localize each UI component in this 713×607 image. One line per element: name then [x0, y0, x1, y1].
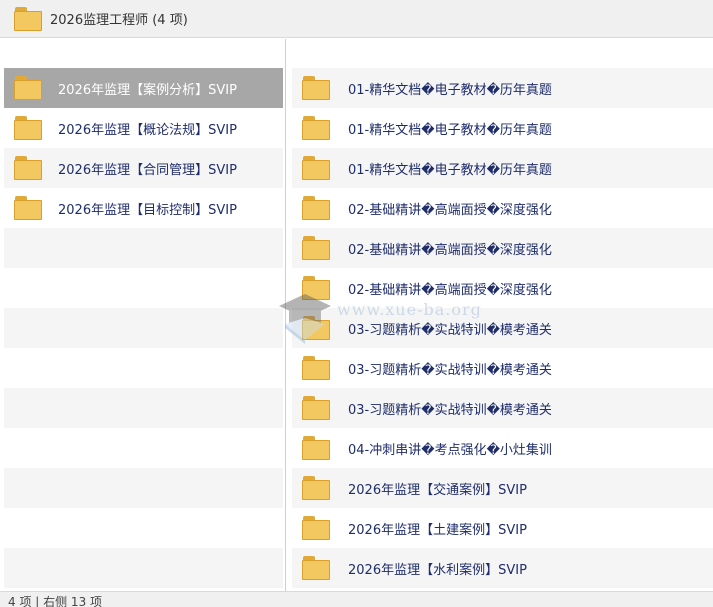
folder-icon [302, 316, 330, 340]
folder-icon [14, 116, 42, 140]
folder-label: 2026年监理【水利案例】SVIP [348, 562, 527, 578]
status-text: 4 项 | 右侧 13 项 [8, 595, 103, 607]
folder-icon [302, 516, 330, 540]
folder-label: 04-冲刺串讲�考点强化�小灶集训 [348, 442, 552, 458]
folder-icon [302, 556, 330, 580]
folder-item-regulations[interactable]: 2026年监理【概论法规】SVIP [4, 108, 283, 148]
folder-item[interactable]: 01-精华文档�电子教材�历年真题 [292, 148, 713, 188]
folder-item-case-analysis[interactable]: 2026年监理【案例分析】SVIP [4, 68, 283, 108]
folder-label: 03-习题精析�实战特训�模考通关 [348, 362, 552, 378]
folder-label: 01-精华文档�电子教材�历年真题 [348, 82, 552, 98]
folder-item[interactable]: 03-习题精析�实战特训�模考通关 [292, 388, 713, 428]
title-bar: 2026监理工程师 (4 项) [0, 0, 713, 38]
folder-item[interactable]: 04-冲刺串讲�考点强化�小灶集训 [292, 428, 713, 468]
folder-label: 03-习题精析�实战特训�模考通关 [348, 322, 552, 338]
folder-icon [302, 356, 330, 380]
window-title: 2026监理工程师 (4 项) [50, 13, 188, 28]
folder-item-target-control[interactable]: 2026年监理【目标控制】SVIP [4, 188, 283, 228]
empty-row [4, 468, 283, 508]
folder-icon [302, 476, 330, 500]
folder-icon [14, 76, 42, 100]
folder-icon [302, 436, 330, 460]
folder-label: 01-精华文档�电子教材�历年真题 [348, 162, 552, 178]
folder-icon [14, 156, 42, 180]
folder-label: 2026年监理【目标控制】SVIP [58, 202, 237, 218]
empty-row [4, 228, 283, 268]
folder-label: 2026年监理【案例分析】SVIP [58, 82, 237, 98]
folder-label: 02-基础精讲�高端面授�深度强化 [348, 282, 552, 298]
folder-item[interactable]: 2026年监理【交通案例】SVIP [292, 468, 713, 508]
folder-label: 2026年监理【合同管理】SVIP [58, 162, 237, 178]
folder-icon [302, 116, 330, 140]
folder-item-contract[interactable]: 2026年监理【合同管理】SVIP [4, 148, 283, 188]
folder-label: 02-基础精讲�高端面授�深度强化 [348, 242, 552, 258]
folder-item[interactable]: 02-基础精讲�高端面授�深度强化 [292, 228, 713, 268]
folder-icon [302, 276, 330, 300]
folder-label: 2026年监理【土建案例】SVIP [348, 522, 527, 538]
folder-icon [302, 76, 330, 100]
folder-item[interactable]: 01-精华文档�电子教材�历年真题 [292, 68, 713, 108]
status-bar: 4 项 | 右侧 13 项 [0, 591, 713, 607]
folder-item[interactable]: 03-习题精析�实战特训�模考通关 [292, 348, 713, 388]
folder-icon [302, 236, 330, 260]
folder-label: 02-基础精讲�高端面授�深度强化 [348, 202, 552, 218]
empty-row [4, 388, 283, 428]
folder-icon [302, 196, 330, 220]
folder-icon [302, 156, 330, 180]
folder-icon [302, 396, 330, 420]
folder-item[interactable]: 02-基础精讲�高端面授�深度强化 [292, 268, 713, 308]
empty-row [4, 548, 283, 588]
right-folder-list: 01-精华文档�电子教材�历年真题 01-精华文档�电子教材�历年真题 01-精… [285, 39, 713, 591]
folder-label: 01-精华文档�电子教材�历年真题 [348, 122, 552, 138]
folder-item[interactable]: 2026年监理【土建案例】SVIP [292, 508, 713, 548]
empty-row [4, 308, 283, 348]
folder-label: 2026年监理【概论法规】SVIP [58, 122, 237, 138]
folder-item[interactable]: 2026年监理【水利案例】SVIP [292, 548, 713, 588]
folder-item[interactable]: 01-精华文档�电子教材�历年真题 [292, 108, 713, 148]
folder-label: 2026年监理【交通案例】SVIP [348, 482, 527, 498]
folder-item[interactable]: 02-基础精讲�高端面授�深度强化 [292, 188, 713, 228]
left-folder-list: 2026年监理【案例分析】SVIP 2026年监理【概论法规】SVIP 2026… [0, 39, 283, 591]
folder-icon [14, 196, 42, 220]
folder-item[interactable]: 03-习题精析�实战特训�模考通关 [292, 308, 713, 348]
folder-icon [14, 6, 42, 31]
folder-label: 03-习题精析�实战特训�模考通关 [348, 402, 552, 418]
